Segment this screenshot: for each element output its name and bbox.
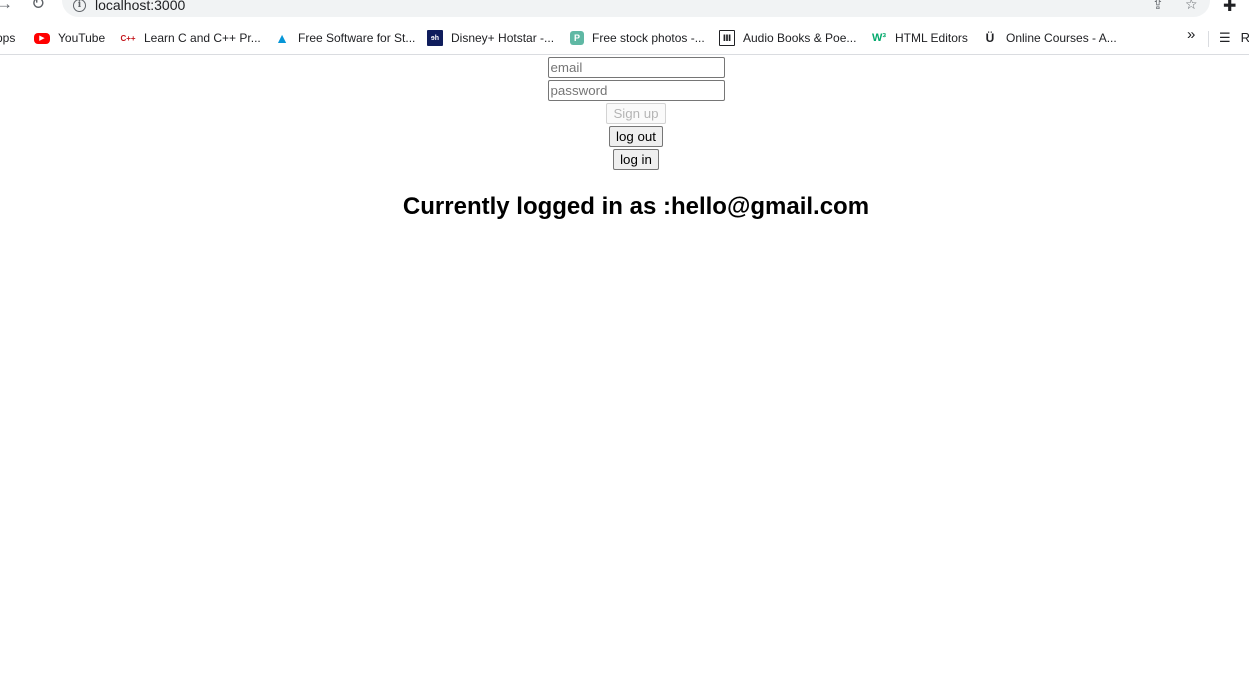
bookmark-label: Free Software for St... bbox=[298, 31, 416, 45]
address-bar[interactable]: i localhost:3000 ⇪ ☆ bbox=[62, 0, 1210, 17]
logout-button[interactable]: log out bbox=[609, 126, 663, 147]
autodesk-icon: ▲ bbox=[275, 30, 289, 46]
udemy-icon: Ü bbox=[985, 31, 995, 45]
reading-list-icon: ☰ bbox=[1219, 30, 1231, 45]
bookmarks-divider bbox=[1208, 31, 1209, 47]
password-input[interactable] bbox=[547, 80, 725, 101]
share-icon[interactable]: ⇪ bbox=[1152, 0, 1164, 12]
extensions-puzzle-icon[interactable]: ✚ bbox=[1223, 0, 1236, 16]
bookmarks-bar: pps ▶ YouTube C++ Learn C and C++ Pr... … bbox=[0, 22, 1249, 55]
youtube-icon: ▶ bbox=[34, 32, 50, 44]
bookmark-audio-books[interactable]: Ⅲ Audio Books & Poe... bbox=[719, 28, 856, 48]
bookmark-label: HTML Editors bbox=[895, 31, 968, 45]
bookmark-youtube[interactable]: ▶ YouTube bbox=[34, 28, 105, 48]
bookmark-label: Audio Books & Poe... bbox=[743, 31, 857, 45]
signup-button[interactable]: Sign up bbox=[606, 103, 666, 124]
forward-icon[interactable]: → bbox=[0, 0, 13, 13]
reading-list[interactable]: ☰ R bbox=[1219, 30, 1249, 46]
library-icon: Ⅲ bbox=[719, 30, 735, 46]
bookmark-online-courses[interactable]: Ü Online Courses - A... bbox=[982, 28, 1117, 48]
cpp-icon: C++ bbox=[120, 33, 136, 43]
more-bookmarks-chevron-icon[interactable]: » bbox=[1187, 26, 1195, 43]
bookmark-star-icon[interactable]: ☆ bbox=[1185, 0, 1198, 12]
bookmark-apps[interactable]: pps bbox=[0, 28, 15, 48]
bookmark-label: YouTube bbox=[58, 31, 106, 45]
logged-in-status-heading: Currently logged in as :hello@gmail.com bbox=[402, 193, 870, 220]
bookmark-hotstar[interactable]: ɘh Disney+ Hotstar -... bbox=[427, 28, 554, 48]
reload-icon[interactable]: ↻ bbox=[31, 0, 45, 13]
email-input[interactable] bbox=[547, 57, 725, 78]
login-button[interactable]: log in bbox=[613, 149, 659, 170]
bookmark-html-editors[interactable]: W³ HTML Editors bbox=[871, 28, 968, 48]
bookmark-learn-cpp[interactable]: C++ Learn C and C++ Pr... bbox=[119, 28, 261, 48]
auth-form: Sign up log out log in bbox=[0, 57, 1249, 172]
bookmark-label: Learn C and C++ Pr... bbox=[144, 31, 261, 45]
url-text[interactable]: localhost:3000 bbox=[95, 0, 185, 13]
bookmark-label: Online Courses - A... bbox=[1006, 31, 1117, 45]
reading-list-label: R bbox=[1240, 30, 1249, 45]
bookmark-label: Free stock photos -... bbox=[592, 31, 705, 45]
bookmark-label: Disney+ Hotstar -... bbox=[451, 31, 555, 45]
hotstar-icon: ɘh bbox=[427, 30, 443, 46]
site-info-icon[interactable]: i bbox=[73, 0, 86, 12]
w3-icon: W³ bbox=[871, 32, 887, 44]
bookmark-label: pps bbox=[0, 31, 16, 45]
pexels-icon: P bbox=[570, 31, 584, 45]
bookmark-free-software[interactable]: ▲ Free Software for St... bbox=[274, 28, 415, 48]
bookmark-pexels[interactable]: P Free stock photos -... bbox=[570, 28, 705, 48]
browser-toolbar: → ↻ i localhost:3000 ⇪ ☆ ✚ bbox=[0, 0, 1249, 18]
